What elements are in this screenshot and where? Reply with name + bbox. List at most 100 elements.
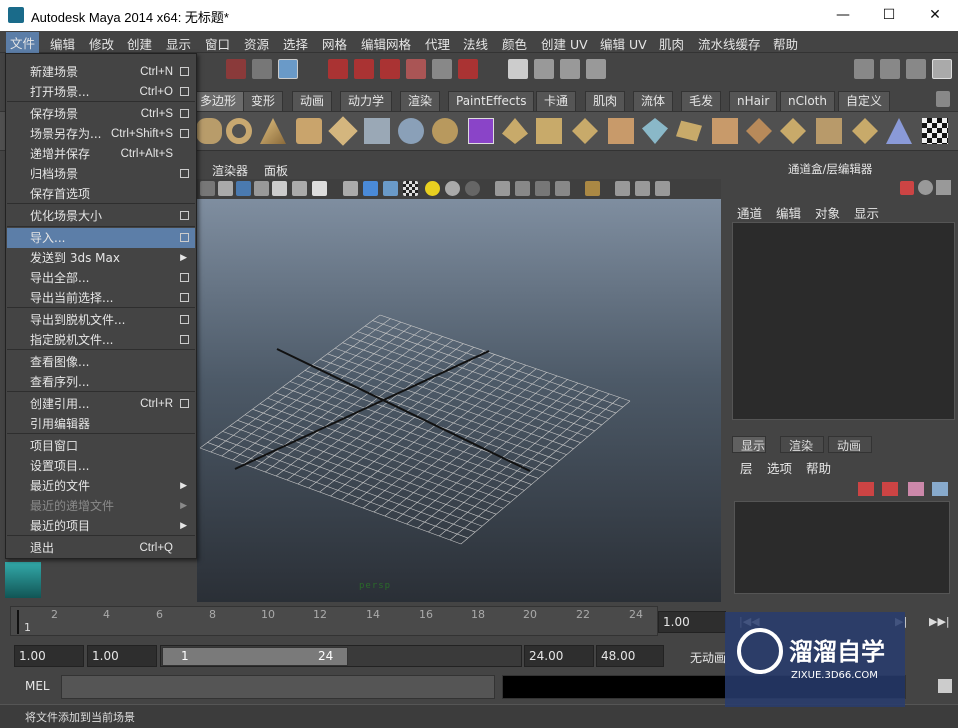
menu-muscle[interactable]: 肌肉 <box>659 34 684 53</box>
use-all-lights-icon[interactable] <box>254 181 269 196</box>
mel-label[interactable]: MEL <box>25 679 50 693</box>
trash-icon[interactable] <box>936 91 950 107</box>
poly-pipe-icon[interactable] <box>296 118 322 144</box>
offset-edge-loop-icon[interactable] <box>676 120 702 142</box>
menu-pipeline-cache[interactable]: 流水线缓存 <box>698 34 761 53</box>
tab-fur[interactable]: 毛发 <box>681 91 722 111</box>
animation-start-field[interactable]: 1.00 <box>14 645 84 667</box>
option-box-icon[interactable] <box>180 399 189 408</box>
playback-end-field[interactable]: 24.00 <box>524 645 594 667</box>
option-box-icon[interactable] <box>180 233 189 242</box>
layer-tab-display[interactable]: 显示 <box>732 436 766 453</box>
select-by-object-icon[interactable] <box>252 59 272 79</box>
poly-plane-icon[interactable] <box>328 116 358 146</box>
layer-menu-help[interactable]: 帮助 <box>806 458 831 477</box>
menu-mesh[interactable]: 网格 <box>322 34 347 53</box>
show-hide-attr-editor-icon[interactable] <box>854 59 874 79</box>
option-box-icon[interactable] <box>180 67 189 76</box>
smooth-icon[interactable] <box>432 118 458 144</box>
select-by-hierarchy-icon[interactable] <box>226 59 246 79</box>
render-settings-icon[interactable] <box>586 59 606 79</box>
append-polygon-icon[interactable] <box>572 118 598 144</box>
snap-live-icon[interactable] <box>432 59 452 79</box>
camera-attributes-icon[interactable] <box>615 181 630 196</box>
file-menu-item[interactable]: 查看序列... <box>7 372 195 392</box>
menu-proxy[interactable]: 代理 <box>425 34 450 53</box>
layer-tab-render[interactable]: 渲染 <box>780 436 824 453</box>
option-box-icon[interactable] <box>180 87 189 96</box>
file-menu-item[interactable]: 设置项目... <box>7 456 195 476</box>
option-box-icon[interactable] <box>180 273 189 282</box>
poly-pyramid-icon[interactable] <box>260 118 286 144</box>
tab-painteffects[interactable]: PaintEffects <box>448 91 535 111</box>
file-menu-item[interactable]: 导出全部... <box>7 268 195 288</box>
command-input[interactable] <box>61 675 495 699</box>
checker-icon[interactable] <box>922 118 948 144</box>
tab-deformation[interactable]: 变形 <box>243 91 284 111</box>
camera-gate-icon[interactable] <box>555 181 570 196</box>
file-menu-item[interactable]: 新建场景 Ctrl+N <box>7 62 195 82</box>
shadows-icon[interactable] <box>272 181 287 196</box>
layer-menu-options[interactable]: 选项 <box>767 458 792 477</box>
textured-icon[interactable] <box>236 181 251 196</box>
option-box-icon[interactable] <box>180 293 189 302</box>
poly-sphere-icon[interactable] <box>196 118 222 144</box>
extrude-icon[interactable] <box>502 118 528 144</box>
option-box-icon[interactable] <box>180 335 189 344</box>
select-by-component-icon[interactable] <box>278 59 298 79</box>
go-to-end-icon[interactable]: ▶▶| <box>929 615 950 628</box>
insert-edge-loop-icon[interactable] <box>642 118 668 144</box>
tab-fluids[interactable]: 流体 <box>633 91 674 111</box>
fill-hole-icon[interactable] <box>816 118 842 144</box>
merge-icon[interactable] <box>746 118 772 144</box>
channel-menu-channels[interactable]: 通道 <box>737 203 762 222</box>
file-menu-item[interactable]: 指定脱机文件... <box>7 330 195 350</box>
layers-toggle-icon[interactable] <box>932 59 952 79</box>
viewport-menu-panels[interactable]: 面板 <box>264 162 288 179</box>
file-menu-item[interactable]: 场景另存为... Ctrl+Shift+S <box>7 124 195 144</box>
menu-display[interactable]: 显示 <box>166 34 191 53</box>
menu-edit-mesh[interactable]: 编辑网格 <box>361 34 411 53</box>
file-menu-item[interactable]: 导出当前选择... <box>7 288 195 308</box>
time-slider[interactable]: 1 2 4 6 8 10 12 14 16 18 20 22 24 <box>10 606 658 636</box>
file-menu-item[interactable]: 项目窗口 <box>7 436 195 456</box>
file-menu-item[interactable]: 导入... <box>7 228 195 248</box>
render-current-frame-icon[interactable] <box>534 59 554 79</box>
snap-view-plane-icon[interactable] <box>406 59 426 79</box>
menu-create[interactable]: 创建 <box>127 34 152 53</box>
menu-assets[interactable]: 资源 <box>244 34 269 53</box>
file-menu-item[interactable]: 最近的项目 ▶ <box>7 516 195 536</box>
xray-icon[interactable] <box>292 181 307 196</box>
ambient-occlusion-icon[interactable] <box>445 181 460 196</box>
menu-create-uvs[interactable]: 创建 UV <box>541 34 588 53</box>
menu-file[interactable]: 文件 <box>6 32 40 53</box>
create-layer-selected-icon[interactable] <box>882 482 898 496</box>
tab-toon[interactable]: 卡通 <box>536 91 577 111</box>
layer-tab-anim[interactable]: 动画 <box>828 436 872 453</box>
snap-point-icon[interactable] <box>380 59 400 79</box>
file-menu-item[interactable]: 优化场景大小 <box>7 206 195 226</box>
channel-box-area[interactable] <box>732 222 955 420</box>
show-hide-channel-box-icon[interactable] <box>906 59 926 79</box>
grid-display-icon[interactable] <box>535 181 550 196</box>
option-box-icon[interactable] <box>180 129 189 138</box>
playback-start-field[interactable]: 1.00 <box>87 645 157 667</box>
option-box-icon[interactable] <box>180 169 189 178</box>
channel-menu-object[interactable]: 对象 <box>815 203 840 222</box>
booleans-icon[interactable] <box>468 118 494 144</box>
depth-of-field-icon[interactable] <box>515 181 530 196</box>
collapse-icon[interactable] <box>780 118 806 144</box>
high-quality-icon[interactable] <box>383 181 398 196</box>
file-menu-item[interactable]: 保存场景 Ctrl+S <box>7 104 195 124</box>
move-layer-up-icon[interactable] <box>908 482 924 496</box>
file-menu-item[interactable]: 引用编辑器 <box>7 414 195 434</box>
menu-help[interactable]: 帮助 <box>773 34 798 53</box>
render-view-icon[interactable] <box>508 59 528 79</box>
layer-menu-layers[interactable]: 层 <box>740 458 753 477</box>
combine-icon[interactable] <box>364 118 390 144</box>
anim-layer-dropdown[interactable]: 无动画 <box>690 649 726 666</box>
isolate-select-icon[interactable] <box>343 181 358 196</box>
wireframe-icon[interactable] <box>200 181 215 196</box>
file-menu-item[interactable]: 递增并保存 Ctrl+Alt+S <box>7 144 195 164</box>
snap-grid-icon[interactable] <box>328 59 348 79</box>
